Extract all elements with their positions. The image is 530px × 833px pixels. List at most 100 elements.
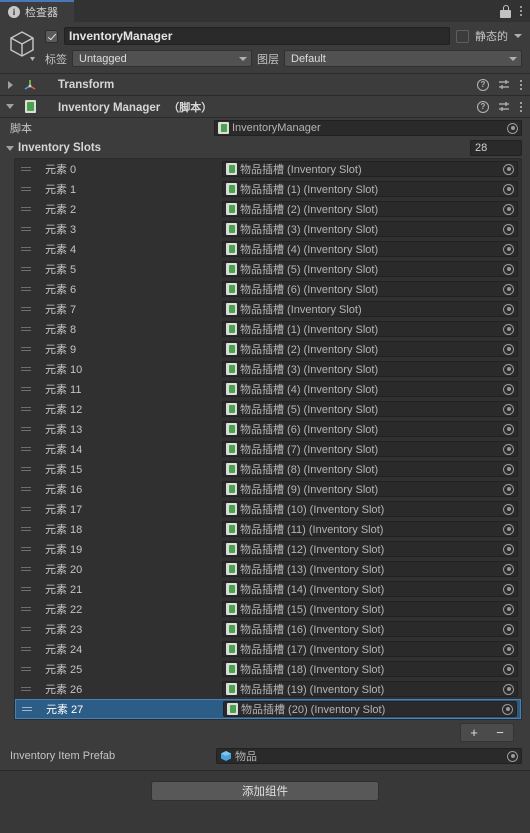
drag-handle-icon[interactable]: [20, 547, 32, 551]
list-item[interactable]: 元素 20 物品插槽 (13) (Inventory Slot): [15, 559, 521, 579]
list-item[interactable]: 元素 6 物品插槽 (6) (Inventory Slot): [15, 279, 521, 299]
list-item[interactable]: 元素 4 物品插槽 (4) (Inventory Slot): [15, 239, 521, 259]
element-object-field[interactable]: 物品插槽 (5) (Inventory Slot): [222, 401, 518, 417]
element-object-field[interactable]: 物品插槽 (6) (Inventory Slot): [222, 421, 518, 437]
list-item[interactable]: 元素 13 物品插槽 (6) (Inventory Slot): [15, 419, 521, 439]
list-item[interactable]: 元素 11 物品插槽 (4) (Inventory Slot): [15, 379, 521, 399]
tab-inspector[interactable]: i 检查器: [0, 0, 74, 22]
object-picker-icon[interactable]: [502, 483, 515, 496]
element-object-field[interactable]: 物品插槽 (6) (Inventory Slot): [222, 281, 518, 297]
element-object-field[interactable]: 物品插槽 (3) (Inventory Slot): [222, 361, 518, 377]
drag-handle-icon[interactable]: [20, 587, 32, 591]
element-object-field[interactable]: 物品插槽 (14) (Inventory Slot): [222, 581, 518, 597]
help-icon[interactable]: ?: [477, 100, 489, 113]
element-object-field[interactable]: 物品插槽 (1) (Inventory Slot): [222, 181, 518, 197]
element-object-field[interactable]: 物品插槽 (7) (Inventory Slot): [222, 441, 518, 457]
drag-handle-icon[interactable]: [20, 447, 32, 451]
drag-handle-icon[interactable]: [20, 327, 32, 331]
drag-handle-icon[interactable]: [20, 287, 32, 291]
element-object-field[interactable]: 物品插槽 (4) (Inventory Slot): [222, 241, 518, 257]
object-picker-icon[interactable]: [502, 243, 515, 256]
element-object-field[interactable]: 物品插槽 (12) (Inventory Slot): [222, 541, 518, 557]
list-item[interactable]: 元素 15 物品插槽 (8) (Inventory Slot): [15, 459, 521, 479]
object-picker-icon[interactable]: [502, 663, 515, 676]
element-object-field[interactable]: 物品插槽 (11) (Inventory Slot): [222, 521, 518, 537]
drag-handle-icon[interactable]: [20, 567, 32, 571]
add-element-button[interactable]: +: [461, 724, 487, 741]
element-object-field[interactable]: 物品插槽 (10) (Inventory Slot): [222, 501, 518, 517]
component-header-inventory-manager[interactable]: Inventory Manager （脚本） ?: [0, 96, 530, 118]
object-picker-icon[interactable]: [502, 463, 515, 476]
kebab-menu-icon[interactable]: [520, 101, 522, 112]
lock-icon[interactable]: [500, 4, 511, 18]
object-picker-icon[interactable]: [502, 283, 515, 296]
list-item[interactable]: 元素 19 物品插槽 (12) (Inventory Slot): [15, 539, 521, 559]
drag-handle-icon[interactable]: [20, 527, 32, 531]
drag-handle-icon[interactable]: [20, 267, 32, 271]
element-object-field[interactable]: 物品插槽 (4) (Inventory Slot): [222, 381, 518, 397]
list-item[interactable]: 元素 8 物品插槽 (1) (Inventory Slot): [15, 319, 521, 339]
element-object-field[interactable]: 物品插槽 (8) (Inventory Slot): [222, 461, 518, 477]
object-picker-icon[interactable]: [502, 203, 515, 216]
drag-handle-icon[interactable]: [20, 227, 32, 231]
object-picker-icon[interactable]: [502, 643, 515, 656]
list-item[interactable]: 元素 24 物品插槽 (17) (Inventory Slot): [15, 639, 521, 659]
element-object-field[interactable]: 物品插槽 (1) (Inventory Slot): [222, 321, 518, 337]
list-item[interactable]: 元素 1 物品插槽 (1) (Inventory Slot): [15, 179, 521, 199]
object-picker-icon[interactable]: [502, 223, 515, 236]
list-item[interactable]: 元素 3 物品插槽 (3) (Inventory Slot): [15, 219, 521, 239]
gameobject-enabled-checkbox[interactable]: [45, 29, 58, 43]
list-item[interactable]: 元素 23 物品插槽 (16) (Inventory Slot): [15, 619, 521, 639]
drag-handle-icon[interactable]: [20, 387, 32, 391]
object-picker-icon[interactable]: [502, 263, 515, 276]
drag-handle-icon[interactable]: [20, 407, 32, 411]
object-picker-icon[interactable]: [502, 623, 515, 636]
remove-element-button[interactable]: −: [487, 724, 513, 741]
inventory-manager-foldout-toggle[interactable]: [4, 104, 16, 109]
drag-handle-icon[interactable]: [20, 627, 32, 631]
element-object-field[interactable]: 物品插槽 (Inventory Slot): [222, 161, 518, 177]
drag-handle-icon[interactable]: [20, 647, 32, 651]
list-item[interactable]: 元素 25 物品插槽 (18) (Inventory Slot): [15, 659, 521, 679]
drag-handle-icon[interactable]: [20, 247, 32, 251]
list-item[interactable]: 元素 10 物品插槽 (3) (Inventory Slot): [15, 359, 521, 379]
element-object-field[interactable]: 物品插槽 (17) (Inventory Slot): [222, 641, 518, 657]
element-object-field[interactable]: 物品插槽 (15) (Inventory Slot): [222, 601, 518, 617]
object-picker-icon[interactable]: [502, 383, 515, 396]
element-object-field[interactable]: 物品插槽 (13) (Inventory Slot): [222, 561, 518, 577]
element-object-field[interactable]: 物品插槽 (5) (Inventory Slot): [222, 261, 518, 277]
object-picker-icon[interactable]: [506, 122, 519, 135]
object-picker-icon[interactable]: [502, 323, 515, 336]
list-item[interactable]: 元素 2 物品插槽 (2) (Inventory Slot): [15, 199, 521, 219]
drag-handle-icon[interactable]: [20, 167, 32, 171]
drag-handle-icon[interactable]: [20, 607, 32, 611]
tag-dropdown[interactable]: Untagged: [72, 50, 252, 67]
drag-handle-icon[interactable]: [20, 307, 32, 311]
object-picker-icon[interactable]: [502, 523, 515, 536]
add-component-button[interactable]: 添加组件: [151, 781, 379, 801]
object-picker-icon[interactable]: [502, 543, 515, 556]
drag-handle-icon[interactable]: [20, 367, 32, 371]
object-picker-icon[interactable]: [502, 603, 515, 616]
layer-dropdown[interactable]: Default: [284, 50, 522, 67]
element-object-field[interactable]: 物品插槽 (2) (Inventory Slot): [222, 201, 518, 217]
list-item[interactable]: 元素 12 物品插槽 (5) (Inventory Slot): [15, 399, 521, 419]
script-object-field[interactable]: InventoryManager: [214, 120, 522, 136]
transform-foldout-toggle[interactable]: [4, 80, 16, 89]
drag-handle-icon[interactable]: [20, 427, 32, 431]
drag-handle-icon[interactable]: [20, 507, 32, 511]
drag-handle-icon[interactable]: [20, 187, 32, 191]
element-object-field[interactable]: 物品插槽 (19) (Inventory Slot): [222, 681, 518, 697]
drag-handle-icon[interactable]: [20, 347, 32, 351]
static-checkbox[interactable]: [456, 29, 469, 43]
object-picker-icon[interactable]: [502, 183, 515, 196]
list-item[interactable]: 元素 21 物品插槽 (14) (Inventory Slot): [15, 579, 521, 599]
kebab-menu-icon[interactable]: [520, 79, 522, 90]
drag-handle-icon[interactable]: [20, 487, 32, 491]
gameobject-name-input[interactable]: InventoryManager: [64, 27, 450, 45]
list-item[interactable]: 元素 18 物品插槽 (11) (Inventory Slot): [15, 519, 521, 539]
inventory-slots-size-input[interactable]: 28: [470, 140, 522, 156]
list-item[interactable]: 元素 0 物品插槽 (Inventory Slot): [15, 159, 521, 179]
static-dropdown-icon[interactable]: [514, 34, 522, 38]
list-item[interactable]: 元素 5 物品插槽 (5) (Inventory Slot): [15, 259, 521, 279]
